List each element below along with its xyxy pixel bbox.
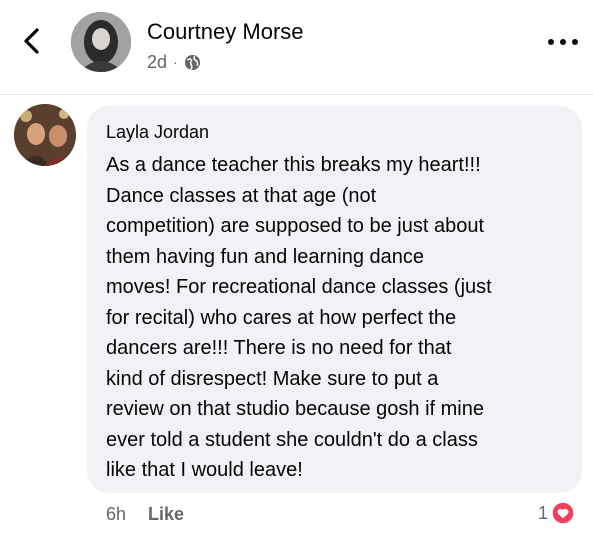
- globe-icon: [184, 54, 200, 70]
- reaction-summary[interactable]: 1: [538, 501, 575, 525]
- post-meta: 2d ·: [147, 50, 201, 74]
- comment-bubble: Layla Jordan As a dance teacher this bre…: [87, 106, 582, 493]
- commenter-avatar[interactable]: [14, 104, 76, 166]
- comment-actions: 6h Like: [106, 502, 184, 526]
- like-button[interactable]: Like: [148, 502, 184, 526]
- more-dot: [548, 39, 554, 45]
- more-dot: [572, 39, 578, 45]
- more-dot: [560, 39, 566, 45]
- reaction-count: 1: [538, 502, 549, 523]
- post-header: Courtney Morse 2d ·: [0, 0, 593, 94]
- more-options-button[interactable]: [548, 36, 578, 48]
- meta-separator: ·: [173, 54, 178, 70]
- love-reaction-icon: [551, 501, 575, 525]
- poster-name[interactable]: Courtney Morse: [147, 18, 304, 46]
- poster-avatar[interactable]: [71, 12, 131, 72]
- comment-text: As a dance teacher this breaks my heart!…: [106, 154, 492, 481]
- post-age[interactable]: 2d: [147, 50, 167, 74]
- comment-time[interactable]: 6h: [106, 502, 126, 526]
- commenter-name[interactable]: Layla Jordan: [106, 120, 562, 144]
- header-divider: [0, 94, 593, 95]
- chevron-left-icon[interactable]: [18, 26, 46, 56]
